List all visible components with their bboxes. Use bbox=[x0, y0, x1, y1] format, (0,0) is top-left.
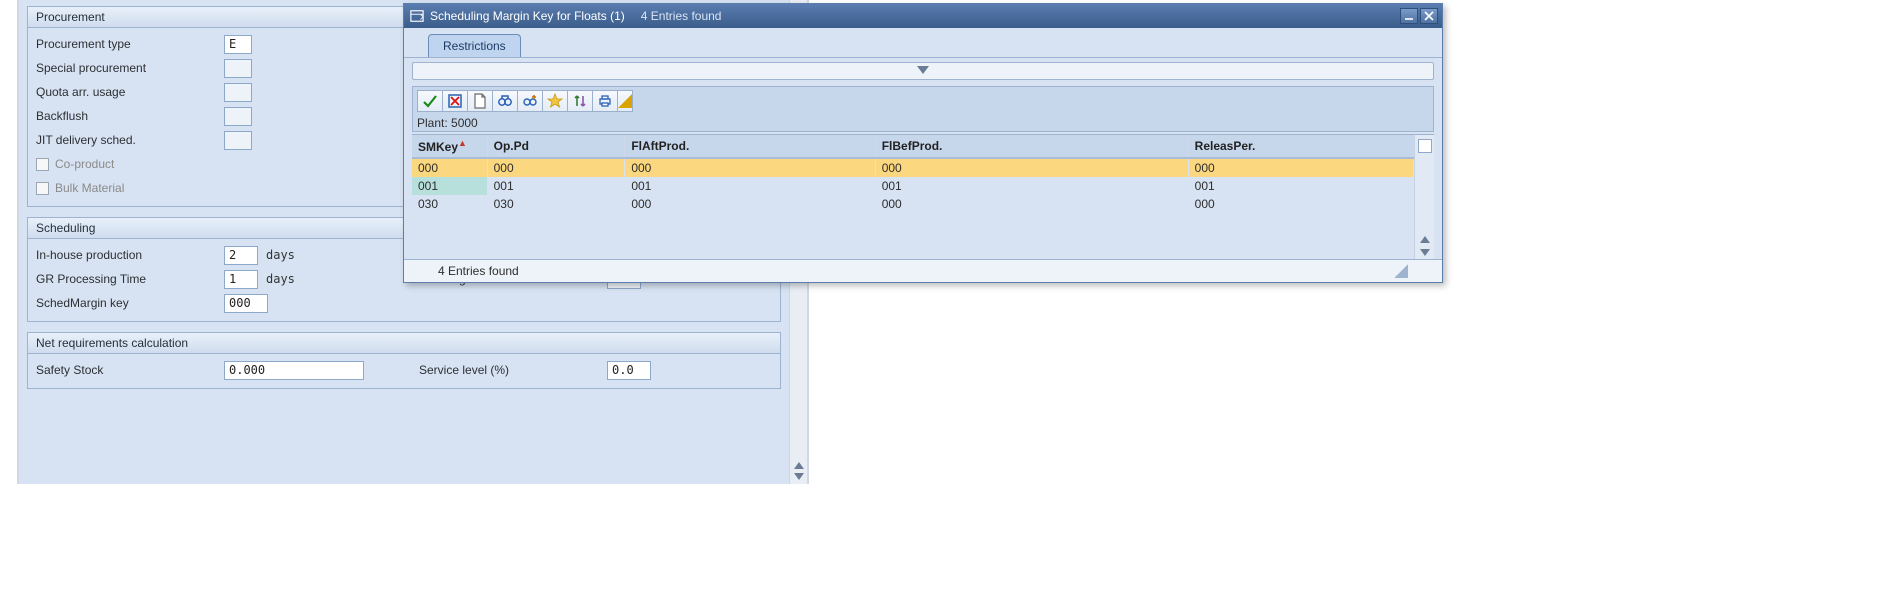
unit-in-house-production: days bbox=[266, 248, 295, 262]
label-in-house-production: In-house production bbox=[36, 248, 216, 262]
checkbox-box-icon bbox=[36, 182, 49, 195]
input-service-level[interactable] bbox=[607, 361, 651, 380]
grid-header-row[interactable]: SMKey▲ Op.Pd FlAftProd. FlBefProd. Relea… bbox=[412, 135, 1414, 158]
cell-flaftprod: 000 bbox=[625, 158, 875, 177]
printer-icon bbox=[597, 93, 613, 109]
table-row[interactable]: 001001001001001 bbox=[412, 177, 1414, 195]
input-jit-delivery-sched[interactable] bbox=[224, 131, 252, 150]
dialog-status-text: 4 Entries found bbox=[438, 264, 519, 278]
col-smkey[interactable]: SMKey▲ bbox=[412, 135, 487, 158]
label-gr-processing-time: GR Processing Time bbox=[36, 272, 216, 286]
tab-restrictions[interactable]: Restrictions bbox=[428, 34, 521, 57]
cell-flaftprod: 000 bbox=[625, 195, 875, 213]
label-jit-delivery-sched: JIT delivery sched. bbox=[36, 133, 216, 147]
dialog-title: Scheduling Margin Key for Floats (1) bbox=[430, 9, 625, 23]
label-safety-stock: Safety Stock bbox=[36, 363, 216, 377]
find-button[interactable] bbox=[492, 90, 518, 112]
check-icon bbox=[422, 93, 438, 109]
minimize-icon bbox=[1404, 11, 1414, 21]
select-all-checkbox[interactable] bbox=[1418, 139, 1432, 153]
grid-scroll-up-icon[interactable] bbox=[1420, 236, 1430, 243]
close-button[interactable] bbox=[1420, 8, 1438, 24]
cell-smkey: 030 bbox=[412, 195, 487, 213]
table-row[interactable]: 000000000000000 bbox=[412, 158, 1414, 177]
find-next-button[interactable] bbox=[517, 90, 543, 112]
dialog-statusbar: 4 Entries found bbox=[404, 259, 1442, 282]
input-safety-stock[interactable] bbox=[224, 361, 364, 380]
cell-flaftprod: 001 bbox=[625, 177, 875, 195]
result-grid[interactable]: SMKey▲ Op.Pd FlAftProd. FlBefProd. Relea… bbox=[412, 135, 1414, 259]
restrictions-expand-bar[interactable] bbox=[412, 62, 1434, 80]
cell-flbefprod: 000 bbox=[875, 195, 1188, 213]
checkbox-box-icon bbox=[36, 158, 49, 171]
input-backflush[interactable] bbox=[224, 107, 252, 126]
star-icon bbox=[547, 93, 563, 109]
cell-oppd: 001 bbox=[487, 177, 625, 195]
group-net-req: Net requirements calculation Safety Stoc… bbox=[27, 332, 781, 389]
personal-value-list-button[interactable] bbox=[542, 90, 568, 112]
input-in-house-production[interactable] bbox=[224, 246, 258, 265]
sort-icon bbox=[572, 93, 588, 109]
checkbox-co-product[interactable]: Co-product bbox=[36, 157, 114, 171]
plant-label: Plant: bbox=[417, 116, 448, 130]
resize-handle[interactable] bbox=[1394, 264, 1408, 278]
close-icon bbox=[1424, 11, 1434, 21]
x-box-icon bbox=[447, 93, 463, 109]
label-service-level: Service level (%) bbox=[419, 363, 599, 377]
valuehelp-icon bbox=[410, 9, 424, 23]
cell-releasper: 000 bbox=[1188, 195, 1413, 213]
toolbar-more-button[interactable] bbox=[617, 90, 633, 112]
cell-flbefprod: 001 bbox=[875, 177, 1188, 195]
valuehelp-dialog: Scheduling Margin Key for Floats (1) 4 E… bbox=[403, 3, 1443, 283]
minimize-button[interactable] bbox=[1400, 8, 1418, 24]
dialog-tabstrip: Restrictions bbox=[404, 28, 1442, 58]
new-entry-button[interactable] bbox=[467, 90, 493, 112]
col-flbefprod[interactable]: FlBefProd. bbox=[875, 135, 1188, 158]
label-co-product: Co-product bbox=[55, 157, 114, 171]
input-sched-margin-key[interactable] bbox=[224, 294, 268, 313]
col-releasper[interactable]: ReleasPer. bbox=[1188, 135, 1413, 158]
cancel-button[interactable] bbox=[442, 90, 468, 112]
sort-button[interactable] bbox=[567, 90, 593, 112]
binoculars-icon bbox=[497, 93, 513, 109]
corner-icon bbox=[618, 93, 632, 109]
sort-asc-icon: ▲ bbox=[458, 138, 467, 148]
dialog-subtitle: 4 Entries found bbox=[641, 9, 722, 23]
accept-button[interactable] bbox=[417, 90, 443, 112]
cell-oppd: 000 bbox=[487, 158, 625, 177]
table-row[interactable]: 030030000000000 bbox=[412, 195, 1414, 213]
chevron-down-icon bbox=[917, 66, 929, 74]
input-gr-processing-time[interactable] bbox=[224, 270, 258, 289]
label-bulk-material: Bulk Material bbox=[55, 181, 124, 195]
plant-value: 5000 bbox=[451, 116, 478, 130]
label-procurement-type: Procurement type bbox=[36, 37, 216, 51]
binoculars-plus-icon bbox=[522, 93, 538, 109]
label-quota-arr-usage: Quota arr. usage bbox=[36, 85, 216, 99]
page-icon bbox=[472, 93, 488, 109]
cell-smkey: 000 bbox=[412, 158, 487, 177]
grid-scroll-down-icon[interactable] bbox=[1420, 249, 1430, 256]
cell-releasper: 001 bbox=[1188, 177, 1413, 195]
cell-smkey: 001 bbox=[412, 177, 487, 195]
cell-oppd: 030 bbox=[487, 195, 625, 213]
label-sched-margin-key: SchedMargin key bbox=[36, 296, 216, 310]
col-oppd[interactable]: Op.Pd bbox=[487, 135, 625, 158]
cell-releasper: 000 bbox=[1188, 158, 1413, 177]
input-procurement-type[interactable] bbox=[224, 35, 252, 54]
unit-gr-processing-time: days bbox=[266, 272, 295, 286]
input-quota-arr-usage[interactable] bbox=[224, 83, 252, 102]
print-button[interactable] bbox=[592, 90, 618, 112]
label-special-procurement: Special procurement bbox=[36, 61, 216, 75]
input-special-procurement[interactable] bbox=[224, 59, 252, 78]
cell-flbefprod: 000 bbox=[875, 158, 1188, 177]
grid-scrollbar[interactable] bbox=[1414, 135, 1434, 259]
group-net-req-title: Net requirements calculation bbox=[28, 333, 780, 354]
checkbox-bulk-material[interactable]: Bulk Material bbox=[36, 181, 124, 195]
dialog-titlebar[interactable]: Scheduling Margin Key for Floats (1) 4 E… bbox=[404, 4, 1442, 28]
scroll-up-icon[interactable] bbox=[794, 462, 804, 469]
col-flaftprod[interactable]: FlAftProd. bbox=[625, 135, 875, 158]
label-backflush: Backflush bbox=[36, 109, 216, 123]
dialog-toolbar: Plant: 5000 bbox=[412, 86, 1434, 132]
scroll-down-icon[interactable] bbox=[794, 473, 804, 480]
